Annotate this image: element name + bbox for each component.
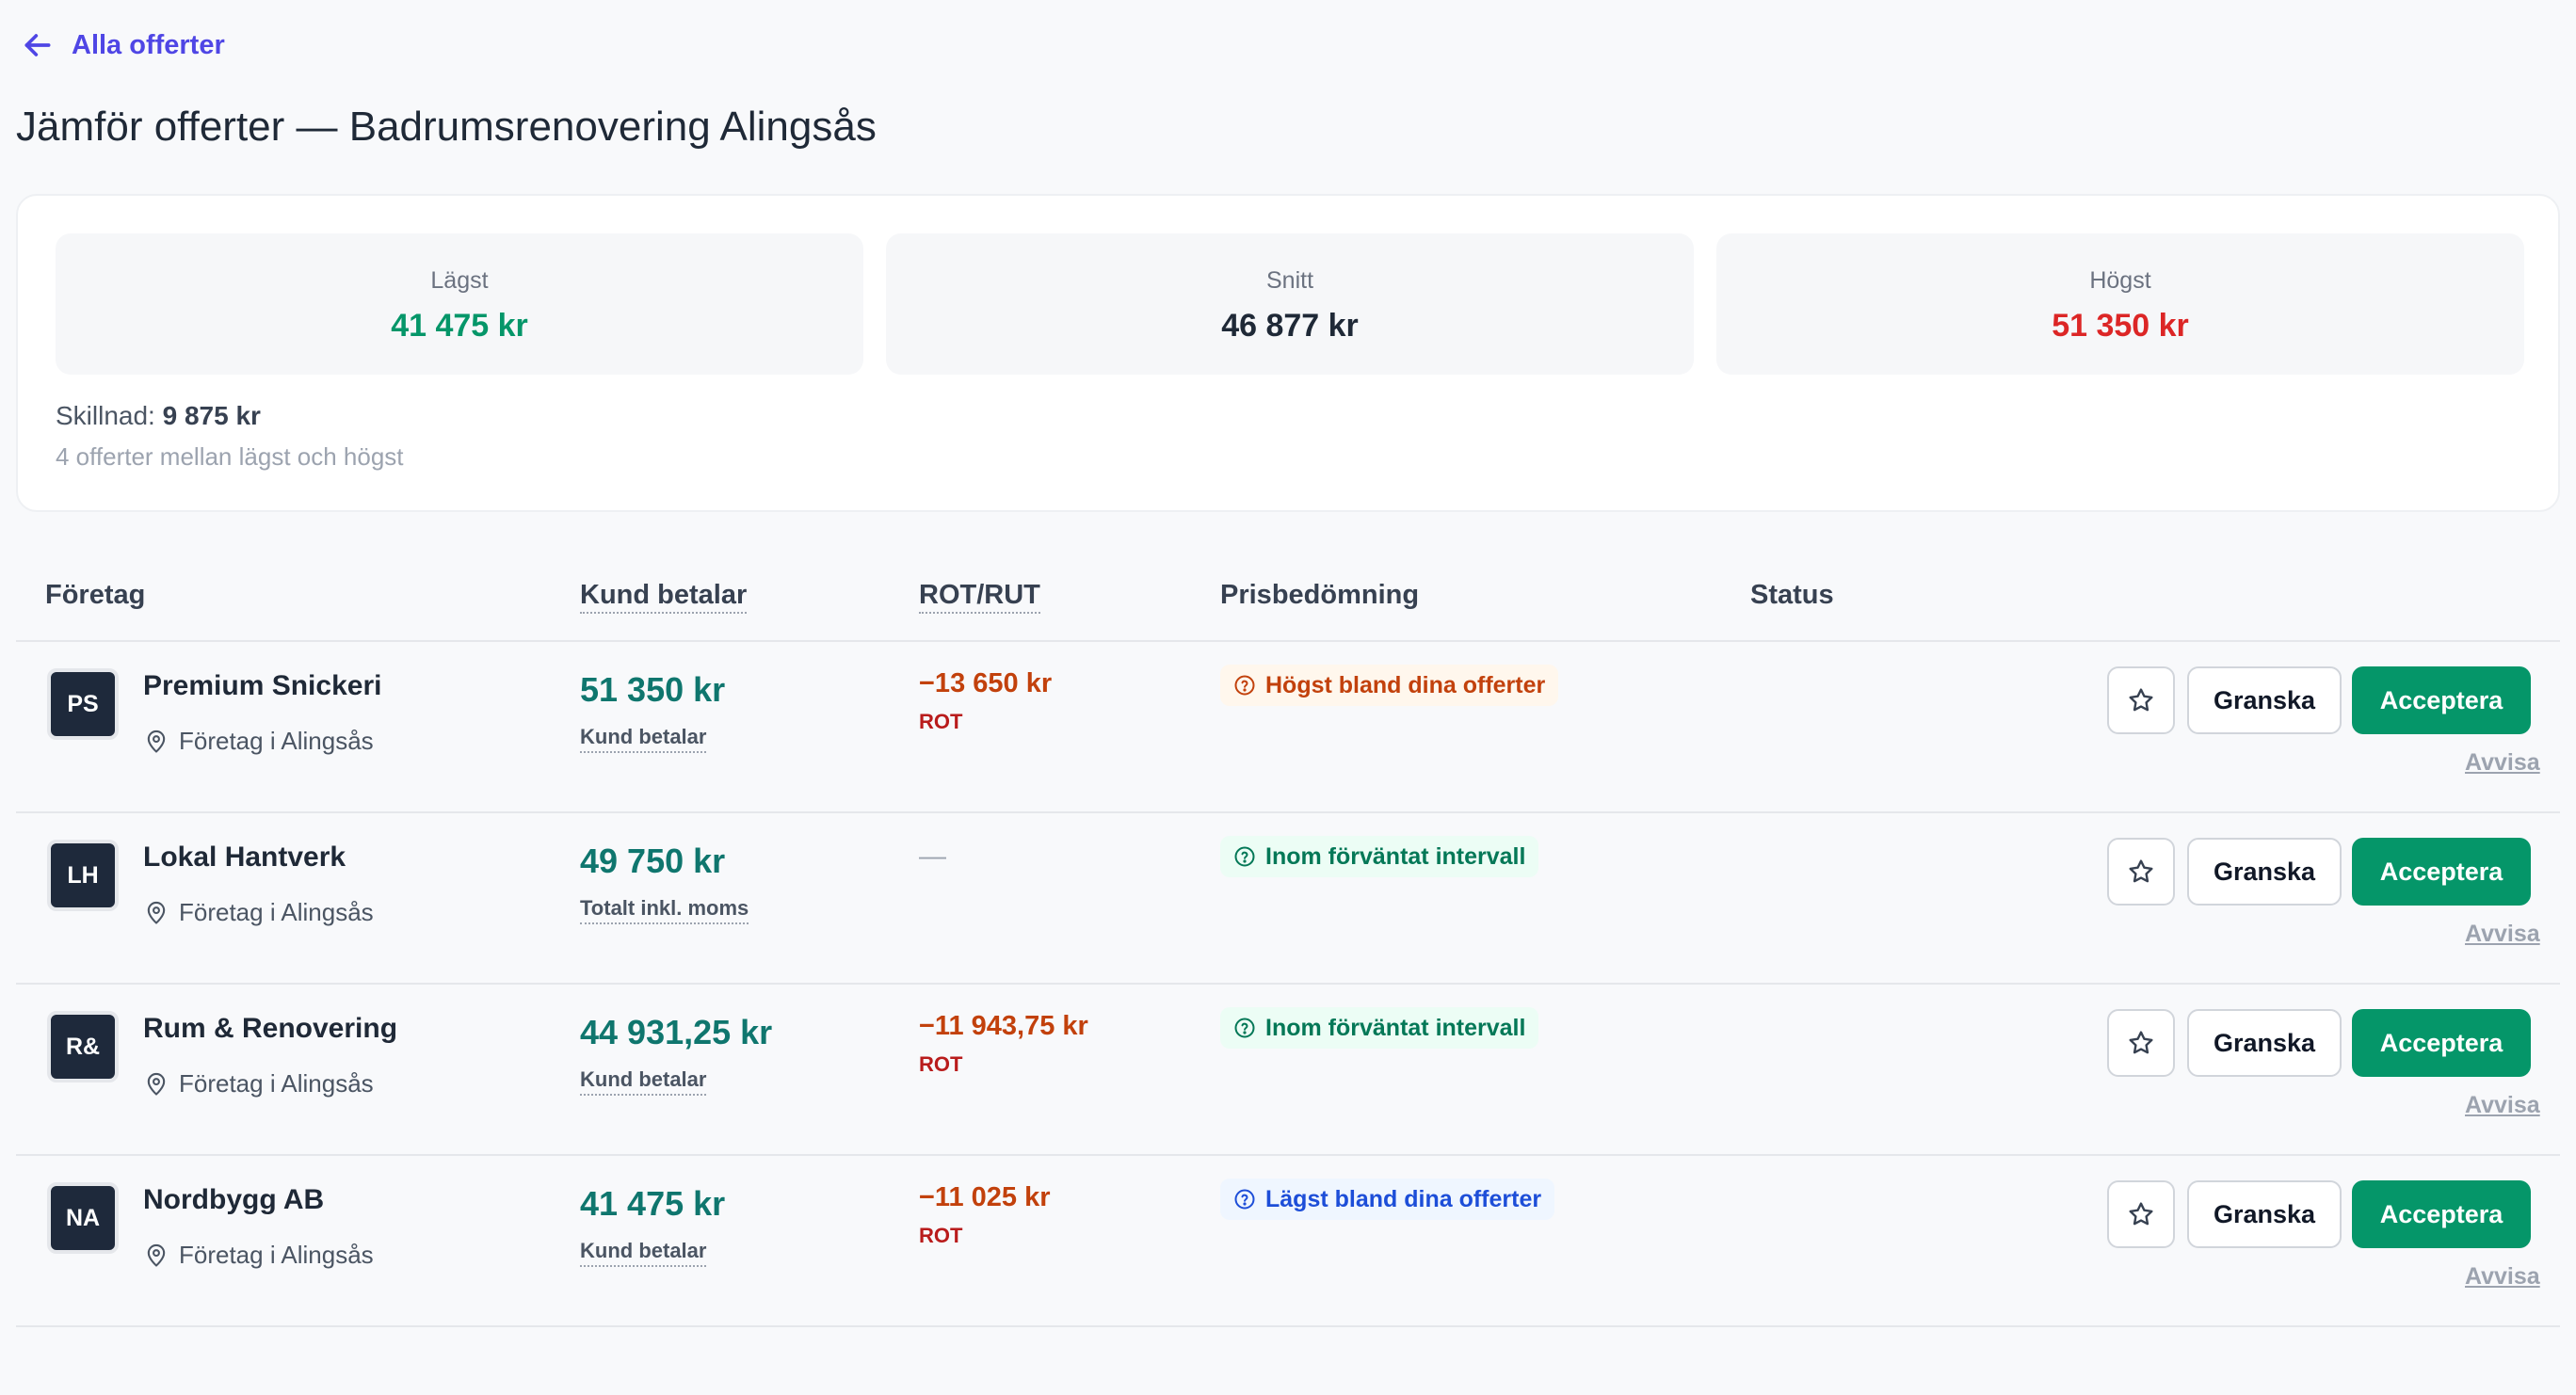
- price-assessment-label: Inom förväntat intervall: [1265, 1014, 1526, 1041]
- company-name: Premium Snickeri: [143, 670, 382, 701]
- stat-lowest-value: 41 475 kr: [391, 308, 528, 344]
- accept-button[interactable]: Acceptera: [2352, 838, 2531, 906]
- review-button[interactable]: Granska: [2187, 666, 2342, 734]
- arrow-left-icon: [24, 34, 51, 56]
- reject-link[interactable]: Avvisa: [2465, 921, 2540, 948]
- star-icon: [2129, 859, 2153, 883]
- rot-deduction: −11 943,75 kr: [919, 1011, 1088, 1041]
- customer-price: 49 750 kr: [580, 842, 726, 880]
- rot-type: ROT: [919, 1224, 963, 1247]
- accept-button[interactable]: Acceptera: [2352, 1009, 2531, 1077]
- customer-price: 44 931,25 kr: [580, 1013, 773, 1051]
- accept-button[interactable]: Acceptera: [2352, 666, 2531, 734]
- page-title: Jämför offerter — Badrumsrenovering Alin…: [16, 104, 877, 150]
- help-circle-icon: [1234, 1018, 1255, 1038]
- price-difference: Skillnad: 9 875 kr: [56, 401, 261, 431]
- reject-link[interactable]: Avvisa: [2465, 1092, 2540, 1119]
- company-avatar: LH: [47, 840, 119, 911]
- company-avatar: NA: [47, 1182, 119, 1254]
- favorite-button[interactable]: [2107, 1180, 2175, 1248]
- stat-lowest-label: Lägst: [430, 267, 489, 294]
- company-location-label: Företag i Alingsås: [179, 898, 374, 926]
- company-location: Företag i Alingsås: [143, 1241, 374, 1270]
- price-difference-note: 4 offerter mellan lägst och högst: [56, 442, 404, 471]
- favorite-button[interactable]: [2107, 666, 2175, 734]
- offer-row: NA Nordbygg AB Företag i Alingsås 41 475…: [16, 1156, 2560, 1327]
- header-company: Företag: [45, 580, 146, 610]
- price-assessment-label: Inom förväntat intervall: [1265, 842, 1526, 870]
- stat-highest: Högst 51 350 kr: [1716, 233, 2524, 375]
- customer-price-note[interactable]: Kund betalar: [580, 1067, 707, 1096]
- company-name: Lokal Hantverk: [143, 842, 346, 873]
- header-customer-pays[interactable]: Kund betalar: [580, 580, 748, 614]
- accept-button[interactable]: Acceptera: [2352, 1180, 2531, 1248]
- favorite-button[interactable]: [2107, 1009, 2175, 1077]
- stat-average-value: 46 877 kr: [1221, 308, 1359, 344]
- star-icon: [2129, 1202, 2153, 1226]
- help-circle-icon: [1234, 675, 1255, 696]
- offer-row: LH Lokal Hantverk Företag i Alingsås 49 …: [16, 813, 2560, 985]
- offer-row: R& Rum & Renovering Företag i Alingsås 4…: [16, 985, 2560, 1156]
- rot-type: ROT: [919, 710, 963, 733]
- stat-highest-label: Högst: [2089, 267, 2151, 294]
- company-name: Rum & Renovering: [143, 1013, 398, 1044]
- company-avatar: R&: [47, 1011, 119, 1082]
- review-button[interactable]: Granska: [2187, 1009, 2342, 1077]
- header-rot-rut[interactable]: ROT/RUT: [919, 580, 1040, 614]
- stat-average-label: Snitt: [1265, 267, 1314, 294]
- rot-deduction: −11 025 kr: [919, 1182, 1051, 1212]
- help-circle-icon: [1234, 846, 1255, 867]
- price-assessment-badge: Inom förväntat intervall: [1220, 836, 1539, 877]
- back-link-label: Alla offerter: [72, 29, 225, 60]
- company-avatar: PS: [47, 668, 119, 740]
- header-assessment: Prisbedömning: [1220, 580, 1420, 610]
- customer-price-note[interactable]: Kund betalar: [580, 1239, 707, 1267]
- back-link[interactable]: Alla offerter: [19, 26, 225, 64]
- company-location: Företag i Alingsås: [143, 1069, 374, 1098]
- review-button[interactable]: Granska: [2187, 838, 2342, 906]
- customer-price: 51 350 kr: [580, 670, 726, 709]
- price-difference-value: 9 875 kr: [162, 401, 261, 430]
- help-circle-icon: [1234, 1189, 1255, 1210]
- price-assessment-badge: Inom förväntat intervall: [1220, 1007, 1539, 1049]
- company-location-label: Företag i Alingsås: [179, 1069, 374, 1098]
- map-pin-icon: [147, 730, 166, 753]
- company-location: Företag i Alingsås: [143, 727, 374, 756]
- map-pin-icon: [147, 1243, 166, 1267]
- company-name: Nordbygg AB: [143, 1184, 325, 1215]
- star-icon: [2129, 1031, 2153, 1054]
- company-location: Företag i Alingsås: [143, 898, 374, 927]
- price-assessment-label: Högst bland dina offerter: [1265, 671, 1546, 698]
- reject-link[interactable]: Avvisa: [2465, 1263, 2540, 1291]
- offer-row: PS Premium Snickeri Företag i Alingsås 5…: [16, 642, 2560, 813]
- stat-average: Snitt 46 877 kr: [886, 233, 1694, 375]
- header-status: Status: [1750, 580, 1834, 610]
- rot-empty: —: [919, 842, 946, 872]
- customer-price: 41 475 kr: [580, 1184, 726, 1223]
- company-location-label: Företag i Alingsås: [179, 1241, 374, 1269]
- price-assessment-badge: Högst bland dina offerter: [1220, 665, 1559, 706]
- price-difference-label: Skillnad:: [56, 401, 155, 430]
- customer-price-note[interactable]: Totalt inkl. moms: [580, 896, 749, 924]
- price-assessment-label: Lägst bland dina offerter: [1265, 1185, 1542, 1212]
- review-button[interactable]: Granska: [2187, 1180, 2342, 1248]
- table-header: Företag Kund betalar ROT/RUT Prisbedömni…: [16, 565, 2560, 642]
- stat-highest-value: 51 350 kr: [2052, 308, 2189, 344]
- price-assessment-badge: Lägst bland dina offerter: [1220, 1179, 1555, 1220]
- star-icon: [2129, 688, 2153, 712]
- map-pin-icon: [147, 901, 166, 924]
- price-summary-card: Lägst 41 475 kr Snitt 46 877 kr Högst 51…: [16, 194, 2560, 512]
- rot-deduction: −13 650 kr: [919, 668, 1053, 698]
- stat-lowest: Lägst 41 475 kr: [56, 233, 863, 375]
- offers-table: Företag Kund betalar ROT/RUT Prisbedömni…: [16, 565, 2560, 1327]
- company-location-label: Företag i Alingsås: [179, 727, 374, 755]
- favorite-button[interactable]: [2107, 838, 2175, 906]
- reject-link[interactable]: Avvisa: [2465, 749, 2540, 777]
- map-pin-icon: [147, 1072, 166, 1096]
- customer-price-note[interactable]: Kund betalar: [580, 725, 707, 753]
- rot-type: ROT: [919, 1052, 963, 1076]
